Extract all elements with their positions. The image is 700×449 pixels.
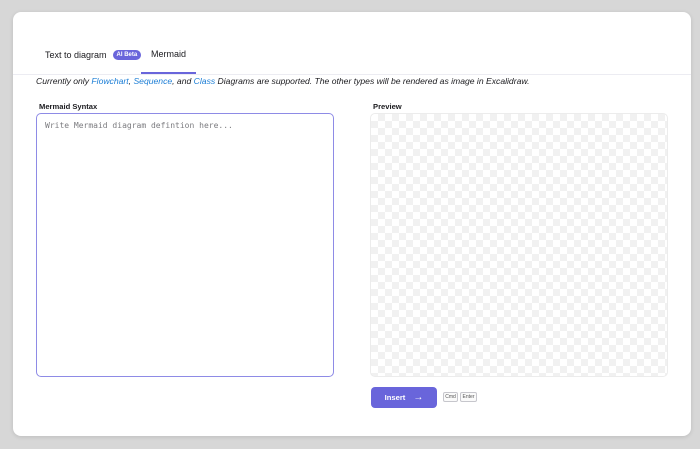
tab-bar: Text to diagram AI Beta Mermaid xyxy=(13,36,691,75)
mermaid-dialog: Text to diagram AI Beta Mermaid Currentl… xyxy=(13,12,691,436)
sequence-link[interactable]: Sequence xyxy=(133,76,172,86)
ai-beta-badge: AI Beta xyxy=(112,49,142,60)
tab-mermaid[interactable]: Mermaid xyxy=(141,36,197,74)
insert-button-label: Insert xyxy=(384,393,406,402)
tab-text-to-diagram-label: Text to diagram xyxy=(45,49,107,60)
tab-text-to-diagram[interactable]: Text to diagram AI Beta xyxy=(35,36,151,73)
insert-button[interactable]: Insert → xyxy=(371,387,437,408)
notice-prefix: Currently only xyxy=(36,76,92,86)
preview-canvas xyxy=(370,113,668,377)
arrow-right-icon: → xyxy=(413,391,424,403)
notice-suffix: Diagrams are supported. The other types … xyxy=(215,76,530,86)
shortcut-cmd-key: Cmd xyxy=(443,392,458,402)
preview-label: Preview xyxy=(373,102,402,111)
tab-mermaid-label: Mermaid xyxy=(151,49,187,59)
notice-sep-2: , and xyxy=(172,76,194,86)
shortcut-enter-key: Enter xyxy=(460,392,477,402)
mermaid-syntax-label: Mermaid Syntax xyxy=(39,102,98,111)
class-link[interactable]: Class xyxy=(194,76,216,86)
supported-diagrams-notice: Currently only Flowchart, Sequence, and … xyxy=(36,76,529,86)
mermaid-syntax-input[interactable] xyxy=(36,113,334,377)
flowchart-link[interactable]: Flowchart xyxy=(91,76,128,86)
